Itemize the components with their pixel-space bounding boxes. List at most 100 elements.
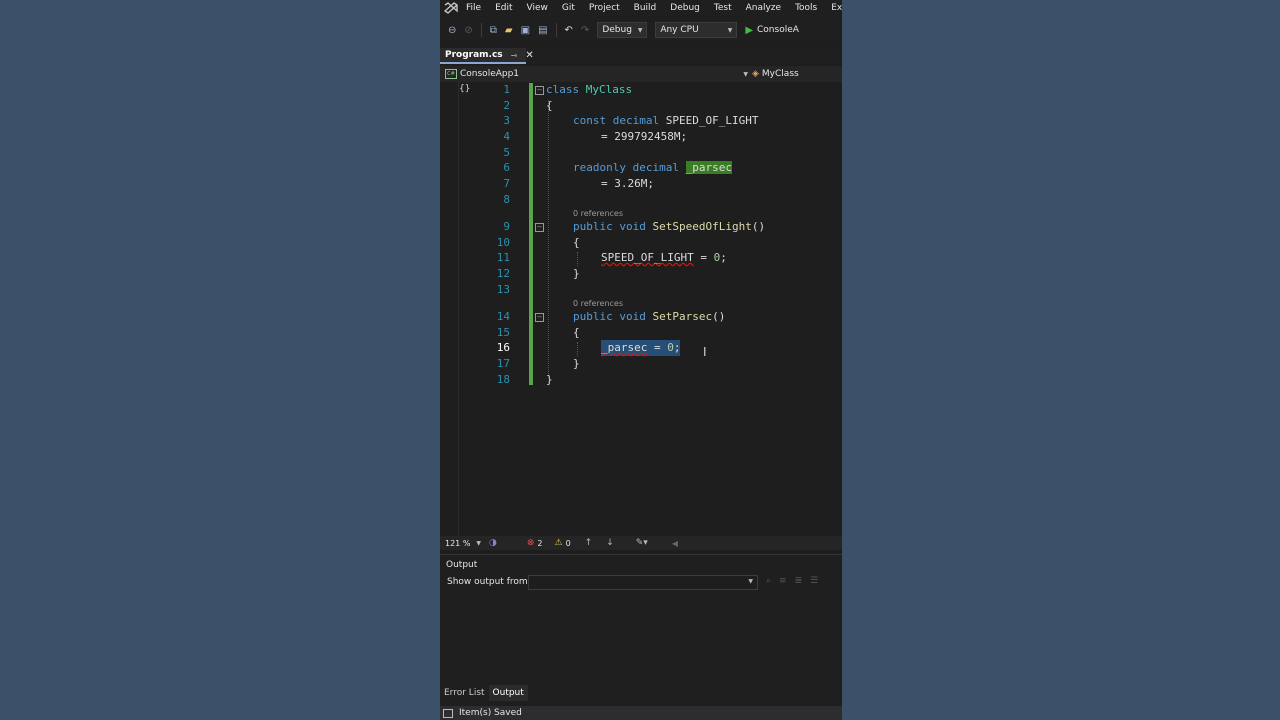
codelens-references[interactable]: 0 references (573, 299, 623, 308)
method-name: SetParsec (652, 310, 713, 323)
line-number: 1 (503, 83, 510, 96)
keyword: class (546, 83, 580, 96)
toolbar-separator (480, 23, 482, 37)
find-message-icon[interactable]: ⌕ (766, 576, 779, 586)
line-number: 13 (496, 283, 510, 296)
menu-tools[interactable]: Tools (795, 3, 817, 13)
configuration-value: Debug (602, 25, 632, 35)
indent-guide (577, 252, 578, 266)
solution-platform-dropdown[interactable]: Any CPU ▼ (655, 22, 738, 38)
menu-test[interactable]: Test (714, 3, 732, 13)
visual-studio-logo-icon[interactable] (444, 0, 458, 16)
output-panel: Output Show output from: ▼ ⌕≡≣☰ (440, 554, 842, 685)
collapse-class-icon[interactable]: − (535, 86, 544, 95)
initializer: = 299792458M; (601, 130, 688, 143)
editor-status-strip: 121 % ▼ ◑ ⊗ 2 ⚠ 0 ↑ ↓ ✎▾ ◀ (440, 536, 842, 550)
code-line-10: { (573, 236, 580, 249)
previous-message-icon[interactable]: ≡ (779, 576, 795, 586)
class-icon: ◈ (752, 69, 759, 79)
start-debugging-button[interactable]: ▶ ConsoleA (745, 25, 799, 36)
next-issue-icon[interactable]: ↓ (606, 538, 614, 548)
visual-studio-window: File Edit View Git Project Build Debug T… (440, 0, 842, 720)
chevron-down-icon: ▼ (637, 26, 643, 34)
chevron-down-icon: ▼ (476, 539, 482, 547)
method-name: SetSpeedOfLight (652, 220, 752, 233)
zoom-value: 121 % (445, 538, 471, 548)
highlighted-field-name: _parsec (685, 161, 732, 174)
navigate-back-icon[interactable]: ⊖ (448, 25, 456, 36)
code-line-3: const decimal SPEED_OF_LIGHT (573, 113, 758, 129)
undo-icon[interactable]: ↶ (565, 25, 573, 36)
line-number: 15 (496, 326, 510, 339)
output-source-dropdown[interactable]: ▼ (528, 575, 758, 590)
word-wrap-icon[interactable]: ☰ (810, 576, 826, 586)
save-icon[interactable]: ▣ (521, 25, 530, 36)
line-number: 18 (496, 373, 510, 386)
line-number: 9 (503, 220, 510, 233)
copilot-icon[interactable]: ◑ (489, 538, 497, 548)
menu-edit[interactable]: Edit (495, 3, 512, 13)
type-name: MyClass (761, 69, 799, 79)
document-tab-bar: Program.cs ⊸ ✕ (440, 48, 842, 64)
menu-git[interactable]: Git (562, 3, 575, 13)
line-number: 7 (503, 177, 510, 190)
menu-view[interactable]: View (527, 3, 548, 13)
close-icon[interactable]: ✕ (525, 50, 533, 61)
saved-changes-bar (529, 83, 533, 385)
indicator-margin-icon: {} (459, 84, 471, 94)
semicolon: ; (673, 341, 681, 354)
menu-analyze[interactable]: Analyze (746, 3, 781, 13)
current-line-number: 16 (496, 341, 510, 354)
solution-configuration-dropdown[interactable]: Debug ▼ (597, 22, 648, 38)
code-cleanup-icon[interactable]: ✎▾ (636, 538, 648, 548)
line-number: 17 (496, 357, 510, 370)
scroll-left-icon[interactable]: ◀ (672, 539, 678, 548)
menu-debug[interactable]: Debug (670, 3, 700, 13)
error-icon[interactable]: ⊗ (527, 538, 535, 548)
tab-program-cs[interactable]: Program.cs ⊸ ✕ (440, 48, 534, 64)
const-name: SPEED_OF_LIGHT (665, 114, 759, 127)
code-line-15: { (573, 326, 580, 339)
code-line-12: } (573, 267, 580, 280)
parens: () (712, 310, 726, 323)
code-line-6: readonly decimal _parsec (573, 160, 732, 176)
collapse-method-icon[interactable]: − (535, 223, 544, 232)
navigate-forward-icon[interactable]: ⊘ (464, 25, 472, 36)
class-name: MyClass (585, 83, 633, 96)
menu-file[interactable]: File (466, 3, 481, 13)
menu-project[interactable]: Project (589, 3, 620, 13)
warning-count: 0 (565, 538, 571, 548)
error-count: 2 (537, 538, 543, 548)
tab-output[interactable]: Output (488, 685, 528, 701)
collapse-method-icon[interactable]: − (535, 313, 544, 322)
previous-issue-icon[interactable]: ↑ (585, 538, 593, 548)
keyword: public (573, 310, 613, 323)
menu-build[interactable]: Build (634, 3, 657, 13)
code-line-17: } (573, 357, 580, 370)
type-dropdown[interactable]: ◈ MyClass (752, 69, 799, 79)
tab-label: Program.cs (445, 50, 503, 60)
tab-error-list[interactable]: Error List (440, 685, 489, 701)
project-dropdown[interactable]: C# ConsoleApp1 ▼ (440, 69, 752, 79)
line-number: 11 (496, 251, 510, 264)
line-number: 3 (503, 114, 510, 127)
clear-all-icon[interactable]: ≣ (795, 576, 811, 586)
type-keyword: decimal (612, 114, 660, 127)
codelens-references[interactable]: 0 references (573, 209, 623, 218)
line-number: 10 (496, 236, 510, 249)
code-line-9: public void SetSpeedOfLight() (573, 219, 765, 235)
zoom-dropdown[interactable]: 121 % ▼ (440, 539, 487, 548)
keyword: void (619, 220, 646, 233)
menu-extensions[interactable]: Exter (831, 3, 842, 13)
chevron-down-icon: ▼ (748, 578, 753, 585)
indent-guide (577, 342, 578, 356)
redo-icon[interactable]: ↷ (581, 25, 589, 36)
warning-icon[interactable]: ⚠ (555, 538, 563, 548)
new-project-icon[interactable]: ⧉ (490, 25, 497, 36)
code-editor[interactable]: {} 1 2 3 4 5 6 7 8 9 10 11 12 13 14 15 1… (440, 82, 842, 536)
save-all-icon[interactable]: ▤ (538, 25, 547, 36)
pin-icon[interactable]: ⊸ (511, 51, 518, 60)
play-icon: ▶ (745, 24, 754, 36)
open-folder-icon[interactable]: ▰ (505, 25, 513, 36)
menu-bar: File Edit View Git Project Build Debug T… (440, 0, 842, 16)
